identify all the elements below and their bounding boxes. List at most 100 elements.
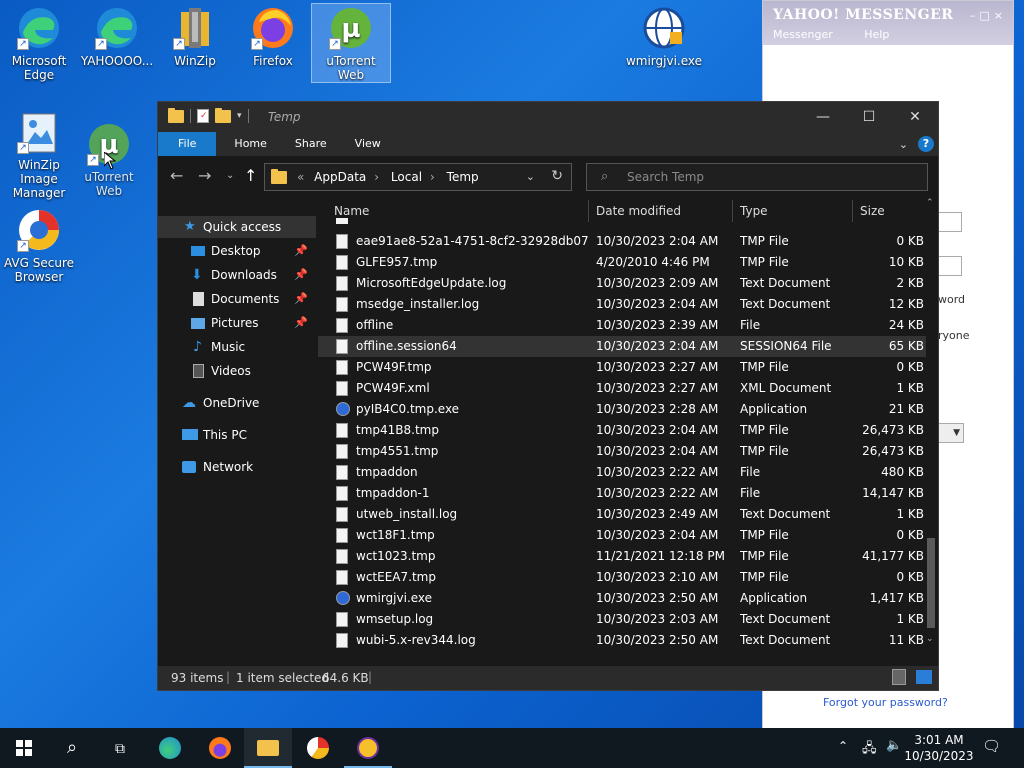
recent-locations-chevron-icon[interactable]: ⌄ (226, 170, 234, 181)
file-type: TMP File (740, 570, 789, 584)
file-row[interactable]: wct18F1.tmp 10/30/2023 2:04 AM TMP File 0 K… (318, 525, 926, 546)
tab-view[interactable]: View (341, 132, 395, 156)
pin-icon[interactable]: 📌 (294, 240, 308, 262)
yahoo-password-field[interactable] (938, 256, 962, 276)
new-folder-icon[interactable] (215, 107, 231, 123)
maximize-button[interactable]: ☐ (846, 102, 892, 132)
file-row[interactable]: PCW49F.tmp 10/30/2023 2:27 AM TMP File 0 KB (318, 357, 926, 378)
address-dropdown-chevron-icon[interactable]: ⌄ (526, 170, 535, 183)
show-hidden-icons-chevron-icon[interactable]: ⌃ (838, 739, 848, 753)
breadcrumb-appdata[interactable]: AppData (314, 170, 366, 184)
nav-this-pc[interactable]: This PC (158, 424, 316, 446)
task-view-button[interactable]: ⧉ (96, 728, 144, 768)
desktop-icon-winzip-image[interactable]: ↗ WinZip Image Manager (0, 108, 78, 200)
desktop-icon-avg[interactable]: ↗ AVG Secure Browser (0, 206, 78, 284)
file-row[interactable]: tmpaddon-1 10/30/2023 2:22 AM File 14,147 K… (318, 483, 926, 504)
expand-ribbon-chevron-icon[interactable]: ⌄ (899, 138, 908, 151)
notifications-icon[interactable]: 🗨 (982, 737, 1001, 755)
clock[interactable]: 3:01 AM 10/30/2023 (904, 732, 974, 764)
nav-onedrive[interactable]: ☁ OneDrive (158, 392, 316, 414)
close-button[interactable]: ✕ (892, 102, 938, 132)
file-row[interactable]: utweb_install.log 10/30/2023 2:49 AM Text … (318, 504, 926, 525)
nav-desktop[interactable]: Desktop 📌 (158, 240, 316, 262)
taskbar-file-explorer[interactable] (244, 728, 292, 768)
desktop-icon-wmirgjvi[interactable]: wmirgjvi.exe (624, 4, 704, 68)
desktop-icon-yahoo[interactable]: ↗ YAHOOOO... (78, 4, 156, 68)
file-row[interactable]: wubi-5.x-rev344.log 10/30/2023 2:50 AM Tex… (318, 630, 926, 651)
desktop-icon-utorrent[interactable]: µ ↗ uTorrent Web (311, 3, 391, 83)
taskbar-edge[interactable] (146, 728, 194, 768)
column-type[interactable]: Type (740, 204, 768, 218)
file-name: offline (356, 318, 394, 332)
taskbar-avg-browser[interactable] (294, 728, 342, 768)
yahoo-id-field[interactable] (938, 212, 962, 232)
desktop-icon-edge[interactable]: ↗ Microsoft Edge (0, 4, 78, 82)
file-row[interactable]: MicrosoftEdgeUpdate.log 10/30/2023 2:09 A… (318, 273, 926, 294)
taskbar-firefox[interactable] (196, 728, 244, 768)
properties-icon[interactable]: ✓ (197, 109, 209, 123)
column-date[interactable]: Date modified (596, 204, 681, 218)
globe-icon (640, 4, 688, 52)
pin-icon[interactable]: 📌 (294, 288, 308, 310)
scroll-up-arrow-icon[interactable]: ⌃ (926, 198, 934, 208)
nav-pictures[interactable]: Pictures 📌 (158, 312, 316, 334)
file-row[interactable]: GLFE957.tmp 4/20/2010 4:46 PM TMP File 10 K… (318, 252, 926, 273)
volume-icon[interactable]: 🔈 (886, 738, 902, 753)
pin-icon[interactable]: 📌 (294, 312, 308, 334)
yahoo-window-controls[interactable]: –□× (970, 9, 1007, 22)
file-date: 10/30/2023 2:50 AM (596, 591, 719, 605)
scrollbar-thumb[interactable] (927, 538, 935, 628)
column-size[interactable]: Size (860, 204, 885, 218)
file-row[interactable]: tmp4551.tmp 10/30/2023 2:04 AM TMP File 26,… (318, 441, 926, 462)
file-name: wct18F1.tmp (356, 528, 435, 542)
address-bar[interactable]: « AppData › Local › Temp ⌄ ↻ (264, 163, 572, 191)
file-row[interactable]: pyIB4C0.tmp.exe 10/30/2023 2:28 AM Applica… (318, 399, 926, 420)
customize-toolbar-chevron-icon[interactable]: ▾ (237, 111, 242, 121)
search-box[interactable]: ⌕ Search Temp (586, 163, 928, 191)
yahoo-menu-help[interactable]: Help (864, 28, 889, 41)
file-row[interactable]: tmp41B8.tmp 10/30/2023 2:04 AM TMP File 26,… (318, 420, 926, 441)
large-icons-view-button[interactable] (916, 670, 932, 684)
pin-icon[interactable]: 📌 (294, 264, 308, 286)
forward-arrow-icon[interactable]: → (198, 166, 211, 185)
minimize-button[interactable]: — (800, 102, 846, 132)
start-button[interactable] (0, 728, 48, 768)
scroll-down-arrow-icon[interactable]: ⌄ (926, 634, 934, 644)
column-name[interactable]: Name (334, 204, 369, 218)
file-row[interactable]: msedge_installer.log 10/30/2023 2:04 AM Te… (318, 294, 926, 315)
nav-quick-access[interactable]: ★ Quick access (158, 216, 316, 238)
nav-music[interactable]: ♪ Music (158, 336, 316, 358)
yahoo-status-dropdown[interactable]: ▼ (938, 423, 964, 443)
tab-share[interactable]: Share (281, 132, 341, 156)
tab-file[interactable]: File (158, 132, 217, 156)
network-tray-icon[interactable]: 🖧 (862, 739, 877, 761)
breadcrumb-local[interactable]: Local (391, 170, 422, 184)
file-row[interactable]: eae91ae8-52a1-4751-8cf2-32928db07555....… (318, 231, 926, 252)
file-row[interactable]: offline 10/30/2023 2:39 AM File 24 KB (318, 315, 926, 336)
desktop-icon-winzip[interactable]: ↗ WinZip (156, 4, 234, 68)
nav-network[interactable]: Network (158, 456, 316, 478)
up-arrow-icon[interactable]: ↑ (244, 166, 257, 185)
back-arrow-icon[interactable]: ← (170, 166, 183, 185)
nav-downloads[interactable]: ⬇ Downloads 📌 (158, 264, 316, 286)
file-row[interactable]: wct1023.tmp 11/21/2021 12:18 PM TMP File 41… (318, 546, 926, 567)
taskbar-yahoo-messenger[interactable] (344, 728, 392, 768)
nav-documents[interactable]: Documents 📌 (158, 288, 316, 310)
refresh-icon[interactable]: ↻ (551, 168, 563, 184)
file-row[interactable]: PCW49F.xml 10/30/2023 2:27 AM XML Document… (318, 378, 926, 399)
vertical-scrollbar[interactable]: ⌃ ⌄ (926, 198, 936, 648)
yahoo-menu-messenger[interactable]: Messenger (773, 28, 833, 41)
help-icon[interactable]: ? (918, 136, 934, 152)
nav-videos[interactable]: Videos (158, 360, 316, 382)
details-view-button[interactable] (892, 669, 906, 685)
tab-home[interactable]: Home (216, 132, 280, 156)
desktop-icon-firefox[interactable]: ↗ Firefox (234, 4, 312, 68)
file-row[interactable]: wmsetup.log 10/30/2023 2:03 AM Text Docume… (318, 609, 926, 630)
file-row[interactable]: wctEEA7.tmp 10/30/2023 2:10 AM TMP File 0 K… (318, 567, 926, 588)
file-row[interactable]: tmpaddon 10/30/2023 2:22 AM File 480 KB (318, 462, 926, 483)
search-button[interactable]: ⌕ (48, 728, 96, 768)
file-row[interactable]: offline.session64 10/30/2023 2:04 AM SESSI… (318, 336, 926, 357)
breadcrumb-temp[interactable]: Temp (447, 170, 479, 184)
forgot-password-link[interactable]: Forgot your password? (823, 696, 948, 709)
file-row[interactable]: wmirgjvi.exe 10/30/2023 2:50 AM Applicatio… (318, 588, 926, 609)
